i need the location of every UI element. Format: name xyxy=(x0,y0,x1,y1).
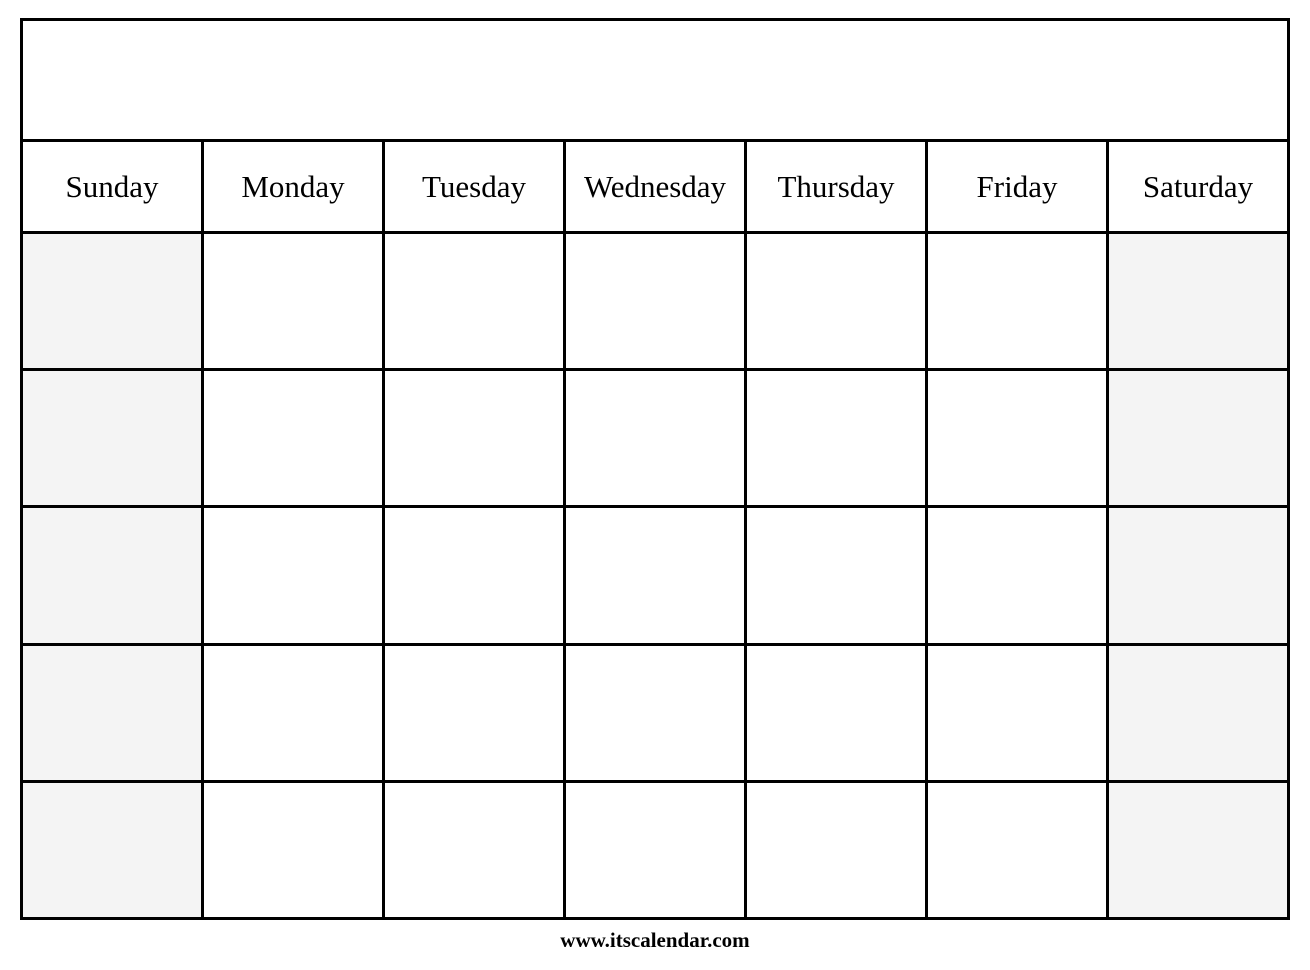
day-cell[interactable] xyxy=(23,371,204,506)
weekday-label: Thursday xyxy=(777,169,895,204)
calendar-page: Sunday Monday Tuesday Wednesday Thursday… xyxy=(0,0,1310,970)
calendar-week-row xyxy=(23,234,1287,372)
calendar-weeks-body xyxy=(23,234,1287,918)
day-cell[interactable] xyxy=(566,645,747,780)
day-cell[interactable] xyxy=(385,508,566,643)
day-cell[interactable] xyxy=(928,782,1109,918)
day-cell[interactable] xyxy=(928,234,1109,369)
day-cell[interactable] xyxy=(566,508,747,643)
day-cell[interactable] xyxy=(23,782,204,918)
day-cell[interactable] xyxy=(747,371,928,506)
calendar-week-row xyxy=(23,645,1287,783)
day-cell[interactable] xyxy=(204,508,385,643)
day-cell[interactable] xyxy=(747,782,928,918)
day-cell[interactable] xyxy=(1109,508,1287,643)
day-cell[interactable] xyxy=(747,508,928,643)
day-cell[interactable] xyxy=(204,782,385,918)
day-cell[interactable] xyxy=(204,371,385,506)
weekday-label: Tuesday xyxy=(422,169,526,204)
weekday-header-monday: Monday xyxy=(204,142,385,231)
day-cell[interactable] xyxy=(1109,782,1287,918)
day-cell[interactable] xyxy=(23,645,204,780)
weekday-header-sunday: Sunday xyxy=(23,142,204,231)
day-cell[interactable] xyxy=(1109,645,1287,780)
day-cell[interactable] xyxy=(23,234,204,369)
day-cell[interactable] xyxy=(1109,234,1287,369)
day-cell[interactable] xyxy=(747,234,928,369)
day-cell[interactable] xyxy=(747,645,928,780)
day-cell[interactable] xyxy=(928,508,1109,643)
calendar-week-row xyxy=(23,508,1287,646)
weekday-label: Saturday xyxy=(1142,169,1254,204)
day-cell[interactable] xyxy=(1109,371,1287,506)
day-cell[interactable] xyxy=(385,371,566,506)
weekday-label: Friday xyxy=(976,169,1058,204)
weekday-header-friday: Friday xyxy=(928,142,1109,231)
weekday-header-row: Sunday Monday Tuesday Wednesday Thursday… xyxy=(23,142,1287,234)
calendar-table: Sunday Monday Tuesday Wednesday Thursday… xyxy=(20,18,1290,920)
weekday-header-wednesday: Wednesday xyxy=(566,142,747,231)
day-cell[interactable] xyxy=(566,371,747,506)
calendar-title-row xyxy=(23,21,1287,142)
day-cell[interactable] xyxy=(566,782,747,918)
footer-website-credit: www.itscalendar.com xyxy=(560,928,750,952)
day-cell[interactable] xyxy=(204,645,385,780)
day-cell[interactable] xyxy=(23,508,204,643)
weekday-header-saturday: Saturday xyxy=(1109,142,1287,231)
weekday-label: Sunday xyxy=(65,169,159,204)
day-cell[interactable] xyxy=(928,645,1109,780)
day-cell[interactable] xyxy=(566,234,747,369)
calendar-week-row xyxy=(23,371,1287,509)
day-cell[interactable] xyxy=(204,234,385,369)
day-cell[interactable] xyxy=(385,234,566,369)
weekday-label: Wednesday xyxy=(583,169,727,204)
day-cell[interactable] xyxy=(385,645,566,780)
calendar-week-row xyxy=(23,782,1287,918)
day-cell[interactable] xyxy=(385,782,566,918)
day-cell[interactable] xyxy=(928,371,1109,506)
weekday-header-thursday: Thursday xyxy=(747,142,928,231)
weekday-header-tuesday: Tuesday xyxy=(385,142,566,231)
weekday-label: Monday xyxy=(241,169,345,204)
